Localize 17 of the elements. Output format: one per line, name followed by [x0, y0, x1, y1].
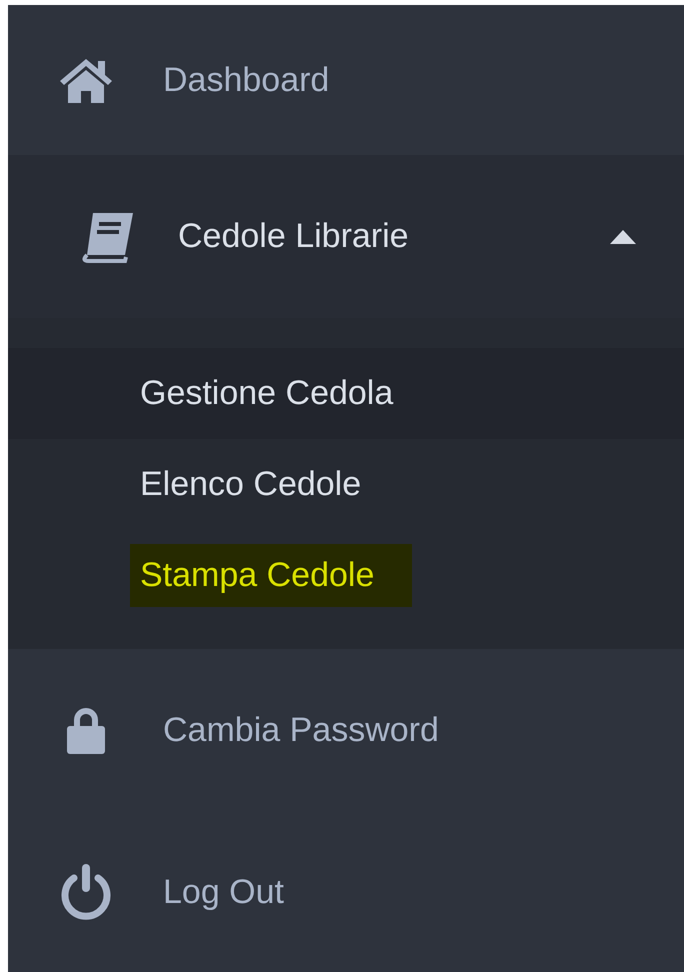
menu-item[interactable]: Log Out [8, 811, 684, 972]
submenu-item[interactable]: Gestione Cedola [8, 348, 684, 439]
submenu-label: Stampa Cedole [130, 544, 412, 607]
menu-item[interactable]: Cambia Password [8, 649, 684, 811]
lock-icon [66, 706, 106, 754]
submenu-item[interactable]: Stampa Cedole [8, 530, 684, 621]
home-icon [58, 57, 114, 103]
submenu-item[interactable]: Elenco Cedole [8, 439, 684, 530]
menu-label: Cedole Librarie [178, 217, 409, 256]
menu-group-header[interactable]: Cedole Librarie [8, 155, 684, 318]
menu-label: Dashboard [163, 60, 330, 100]
menu-label: Cambia Password [163, 710, 439, 750]
menu-label: Log Out [163, 872, 284, 912]
menu-item[interactable]: Dashboard [8, 5, 684, 155]
submenu-label: Elenco Cedole [139, 464, 362, 505]
power-icon [58, 864, 112, 920]
submenu-label: Gestione Cedola [139, 373, 394, 414]
